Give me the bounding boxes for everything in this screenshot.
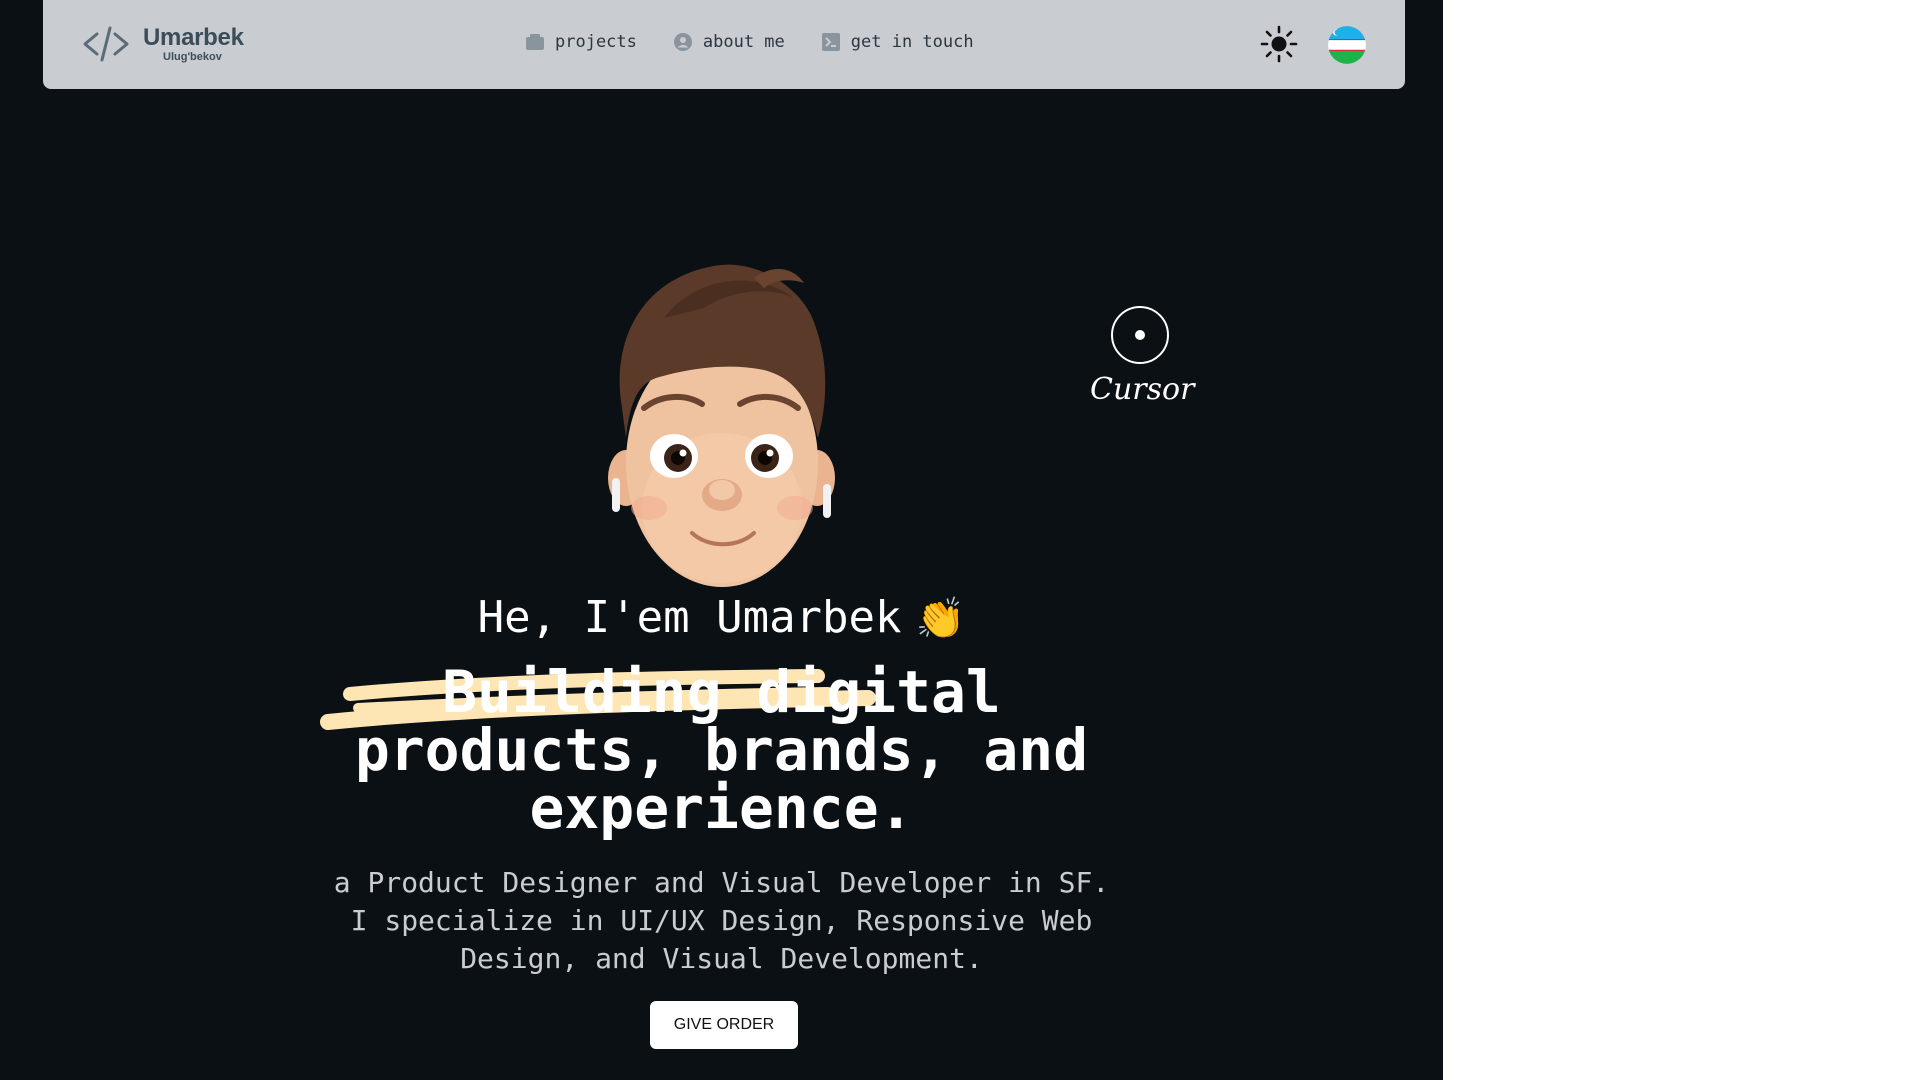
logo-name: Umarbek — [143, 23, 244, 51]
sun-icon[interactable] — [1260, 25, 1298, 63]
terminal-icon — [821, 33, 840, 51]
blank-area — [1443, 0, 1920, 1080]
nav-link-contact[interactable]: get in touch — [821, 32, 974, 52]
main-nav: projects about me get in touch — [525, 32, 1010, 52]
nav-link-label: get in touch — [850, 32, 974, 52]
cursor-dot — [1135, 330, 1145, 340]
headline: Building digital products, brands, and e… — [0, 663, 1443, 837]
description-line-2: I specialize in UI/UX Design, Responsive… — [350, 904, 1093, 937]
give-order-button[interactable]: GIVE ORDER — [650, 1001, 798, 1049]
nav-link-projects[interactable]: projects — [525, 32, 637, 52]
navbar: Umarbek Ulug'bekov projects about me get… — [43, 0, 1405, 89]
logo[interactable]: Umarbek Ulug'bekov — [81, 22, 244, 66]
uzbekistan-flag-icon[interactable] — [1328, 26, 1366, 64]
description: a Product Designer and Visual Developer … — [0, 864, 1443, 978]
description-line-3: Design, and Visual Development. — [460, 942, 983, 975]
code-brackets-icon — [83, 26, 129, 62]
nav-link-about[interactable]: about me — [673, 32, 785, 52]
headline-line-3: experience. — [529, 774, 914, 842]
cursor-label: Cursor — [1090, 372, 1195, 407]
greeting-text: He, I'em Umarbek — [477, 592, 902, 643]
nav-link-label: projects — [555, 32, 637, 52]
greeting: He, I'em Umarbek 👏 — [0, 592, 1443, 643]
nav-link-label: about me — [702, 32, 785, 52]
page: Umarbek Ulug'bekov projects about me get… — [0, 0, 1443, 1080]
memoji-avatar — [608, 264, 835, 587]
headline-line-1: Building digital — [442, 658, 1001, 726]
clapping-hands-icon: 👏 — [915, 596, 966, 642]
folder-icon — [526, 34, 544, 50]
description-line-1: a Product Designer and Visual Developer … — [333, 866, 1110, 899]
logo-subtitle: Ulug'bekov — [163, 50, 222, 63]
headline-line-2: products, brands, and — [354, 716, 1089, 784]
user-circle-icon — [673, 33, 692, 51]
